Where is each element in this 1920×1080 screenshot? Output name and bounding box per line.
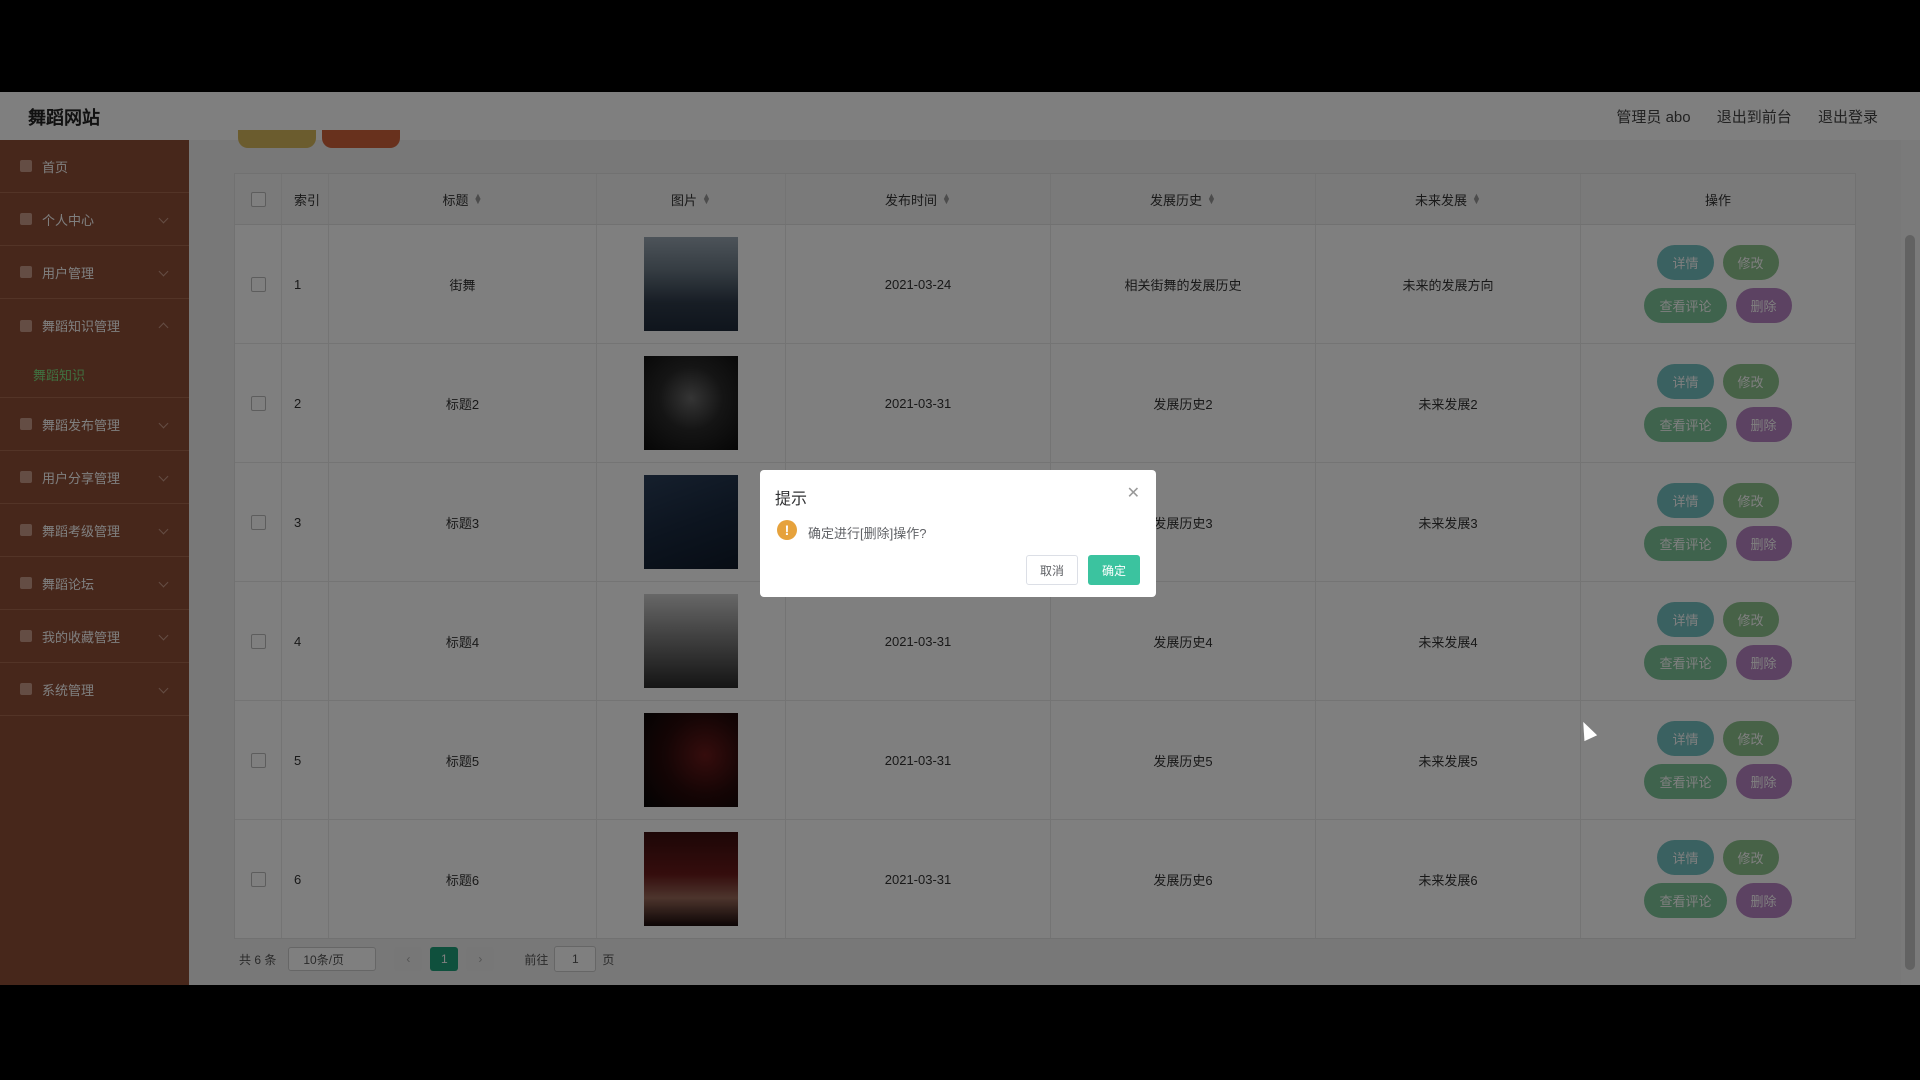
- dialog-message: 确定进行[删除]操作?: [808, 526, 927, 541]
- warning-icon: !: [777, 520, 797, 540]
- app-window: 舞蹈网站 管理员 abo 退出到前台 退出登录 首页 个人中心 用户管理 舞蹈知…: [0, 92, 1920, 985]
- confirm-dialog: 提示 ✕ ! 确定进行[删除]操作? 取消 确定: [760, 470, 1156, 597]
- dialog-title: 提示: [775, 491, 808, 508]
- close-icon[interactable]: ✕: [1127, 483, 1140, 503]
- confirm-button[interactable]: 确定: [1088, 555, 1140, 585]
- cancel-button[interactable]: 取消: [1026, 555, 1078, 585]
